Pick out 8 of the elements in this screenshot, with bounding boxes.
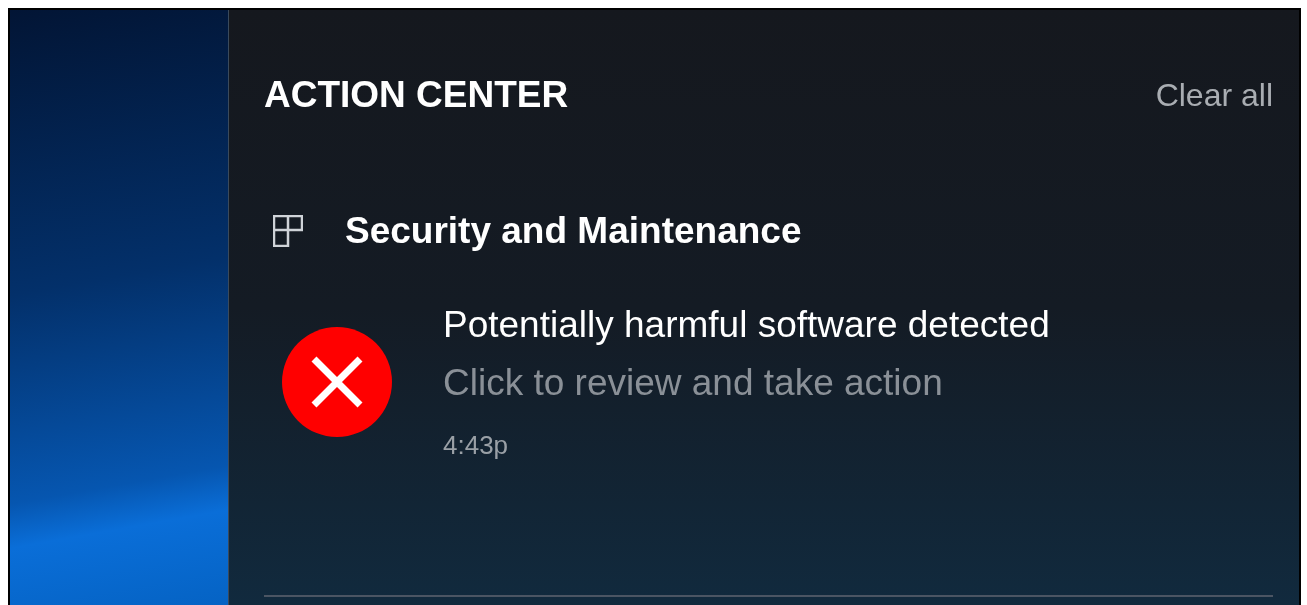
panel-title: ACTION CENTER (264, 74, 569, 116)
notification-time: 4:43p (443, 430, 510, 461)
notification-body: Click to review and take action (443, 361, 944, 405)
app-tile-icon (273, 215, 303, 247)
clear-all-button[interactable]: Clear all (1155, 76, 1273, 114)
group-title: Security and Maintenance (345, 210, 802, 252)
notification-title: Potentially harmful software detected (443, 303, 1050, 347)
error-icon (281, 326, 393, 438)
